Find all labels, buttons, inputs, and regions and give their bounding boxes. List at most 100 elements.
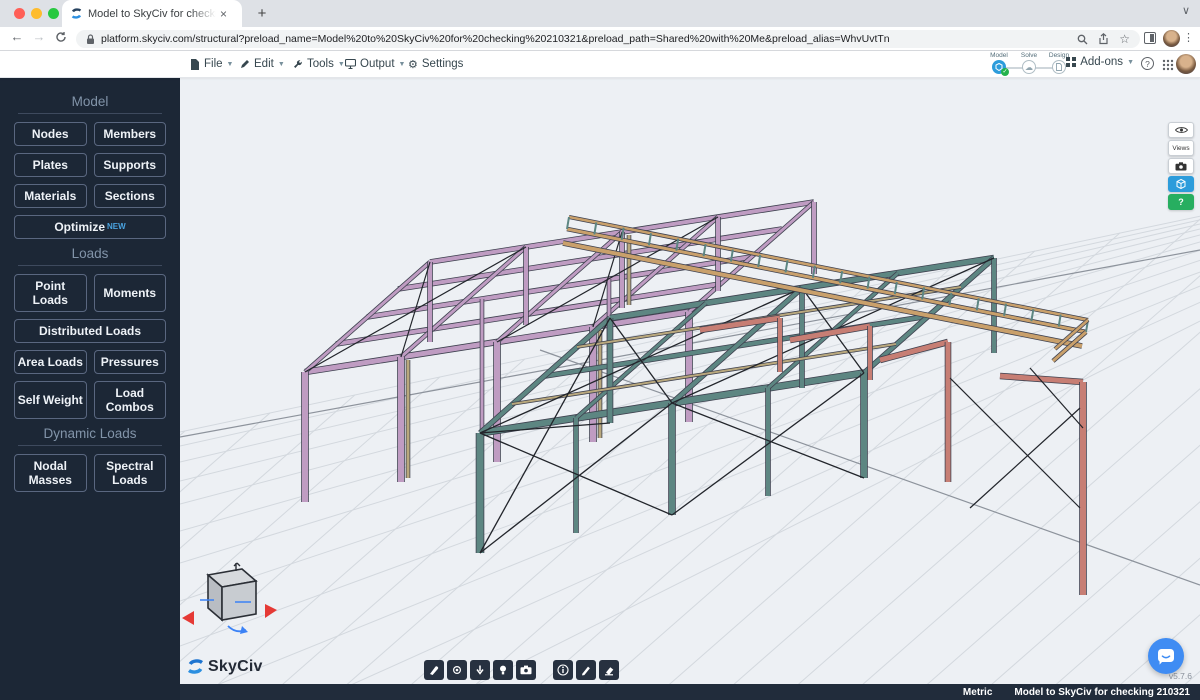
visibility-button[interactable] xyxy=(1168,122,1194,138)
menu-addons[interactable]: Add-ons▼ xyxy=(1066,56,1134,68)
load-combos-button[interactable]: Load Combos xyxy=(94,381,167,419)
axis-arrow-left[interactable] xyxy=(182,611,194,625)
skyciv-logo-icon xyxy=(186,657,205,676)
address-input[interactable]: platform.skyciv.com/structural?preload_n… xyxy=(76,30,1140,48)
document-icon xyxy=(1056,63,1062,71)
eye-icon xyxy=(1175,126,1188,134)
erase-tool-button[interactable] xyxy=(599,660,619,680)
nodal-masses-button[interactable]: Nodal Masses xyxy=(14,454,87,492)
pan-hand-icon xyxy=(428,664,440,676)
tab-bar: Model to SkyCiv for checking 2 × + ∨ xyxy=(0,0,1200,27)
point-loads-button[interactable]: Point Loads xyxy=(14,274,87,312)
gear-icon: ⚙ xyxy=(408,58,418,71)
close-window-button[interactable] xyxy=(14,8,25,19)
light-toggle-button[interactable] xyxy=(493,660,513,680)
wrench-icon xyxy=(293,59,303,69)
eraser-icon xyxy=(603,664,615,676)
download-view-button[interactable] xyxy=(470,660,490,680)
chat-bubble-button[interactable] xyxy=(1148,638,1184,674)
menu-tools[interactable]: Tools▼ xyxy=(293,51,345,77)
camera-icon xyxy=(1175,162,1187,171)
info-icon xyxy=(557,664,569,676)
skyciv-favicon-icon xyxy=(70,7,83,20)
moments-button[interactable]: Moments xyxy=(94,274,167,312)
pencil-icon xyxy=(240,59,250,69)
select-tool-button[interactable] xyxy=(447,660,467,680)
step-model[interactable]: Model ✓ xyxy=(986,52,1012,74)
lock-icon xyxy=(86,34,95,45)
browser-menu-icon[interactable]: ⋮ xyxy=(1183,31,1194,44)
skyciv-logo: SkyCiv xyxy=(186,657,263,676)
snapshot-button[interactable] xyxy=(516,660,536,680)
distributed-loads-button[interactable]: Distributed Loads xyxy=(14,319,166,343)
render-mode-button[interactable] xyxy=(1168,176,1194,192)
info-tool-button[interactable] xyxy=(553,660,573,680)
pressures-button[interactable]: Pressures xyxy=(94,350,167,374)
check-badge: ✓ xyxy=(1001,68,1009,76)
browser-profile-avatar[interactable] xyxy=(1163,30,1180,47)
addons-grid-icon xyxy=(1066,57,1076,67)
zoom-window-button[interactable] xyxy=(48,8,59,19)
lightbulb-icon xyxy=(497,664,509,676)
spectral-loads-button[interactable]: Spectral Loads xyxy=(94,454,167,492)
app-menu-bar: File▼ Edit▼ Tools▼ Output▼ ⚙ Settings Mo… xyxy=(0,51,1200,78)
reload-icon[interactable] xyxy=(52,31,70,46)
status-model-name: Model to SkyCiv for checking 210321 xyxy=(1014,687,1190,698)
screenshot-button[interactable] xyxy=(1168,158,1194,174)
area-loads-button[interactable]: Area Loads xyxy=(14,350,87,374)
annotate-tool-button[interactable] xyxy=(576,660,596,680)
supports-button[interactable]: Supports xyxy=(94,153,167,177)
browser-tab[interactable]: Model to SkyCiv for checking 2 × xyxy=(62,0,242,27)
viewport-3d[interactable]: Views ? xyxy=(180,78,1200,700)
menu-file[interactable]: File▼ xyxy=(190,51,233,77)
browser-window: Model to SkyCiv for checking 2 × + ∨ ← →… xyxy=(0,0,1200,700)
axis-arrow-right[interactable] xyxy=(265,604,277,618)
user-avatar[interactable] xyxy=(1176,54,1196,74)
nodes-button[interactable]: Nodes xyxy=(14,122,87,146)
tab-close-icon[interactable]: × xyxy=(220,7,227,21)
forward-icon[interactable]: → xyxy=(30,29,48,44)
structure-members xyxy=(305,202,1088,595)
search-icon[interactable] xyxy=(1077,34,1088,45)
back-icon[interactable]: ← xyxy=(8,29,26,44)
menu-edit[interactable]: Edit▼ xyxy=(240,51,285,77)
pan-tool-button[interactable] xyxy=(424,660,444,680)
self-weight-button[interactable]: Self Weight xyxy=(14,381,87,419)
pencil-icon xyxy=(580,664,592,676)
view-toolbar: Views ? xyxy=(1168,122,1194,210)
canvas-toolbar xyxy=(424,660,619,680)
workflow-stepper: Model ✓ Solve ☁ Design xyxy=(986,52,1072,77)
tab-title: Model to SkyCiv for checking 2 xyxy=(88,8,216,20)
bookmark-star-icon[interactable]: ☆ xyxy=(1119,32,1130,46)
section-title-dynamic-loads: Dynamic Loads xyxy=(18,426,162,446)
skyciv-logo-text: SkyCiv xyxy=(208,658,263,676)
menu-settings[interactable]: ⚙ Settings xyxy=(408,51,463,77)
cloud-icon: ☁ xyxy=(1022,60,1036,74)
materials-button[interactable]: Materials xyxy=(14,184,87,208)
minimize-window-button[interactable] xyxy=(31,8,42,19)
rotate-arrow[interactable] xyxy=(240,626,248,634)
views-button[interactable]: Views xyxy=(1168,140,1194,156)
url-bar: ← → platform.skyciv.com/structural?prelo… xyxy=(0,27,1200,51)
plates-button[interactable]: Plates xyxy=(14,153,87,177)
help-button[interactable]: ? xyxy=(1141,57,1154,70)
section-title-model: Model xyxy=(18,94,162,114)
file-icon xyxy=(190,59,200,70)
optimize-button[interactable]: OptimizeNEW xyxy=(14,215,166,239)
menu-output[interactable]: Output▼ xyxy=(345,51,405,77)
new-tab-button[interactable]: + xyxy=(252,4,272,24)
step-solve[interactable]: Solve ☁ xyxy=(1016,52,1042,74)
chat-smile-icon xyxy=(1157,648,1175,665)
sections-button[interactable]: Sections xyxy=(94,184,167,208)
apps-grid-icon[interactable] xyxy=(1162,58,1174,76)
new-badge: NEW xyxy=(107,220,126,234)
camera-icon xyxy=(520,665,532,675)
down-arrow-icon xyxy=(474,664,486,676)
monitor-icon xyxy=(345,59,356,69)
share-icon[interactable] xyxy=(1098,33,1109,45)
structure-3d-canvas[interactable] xyxy=(180,78,1200,700)
members-button[interactable]: Members xyxy=(94,122,167,146)
help-tips-button[interactable]: ? xyxy=(1168,194,1194,210)
side-panel-icon[interactable] xyxy=(1144,32,1156,44)
chevron-down-icon[interactable]: ∨ xyxy=(1182,4,1190,17)
